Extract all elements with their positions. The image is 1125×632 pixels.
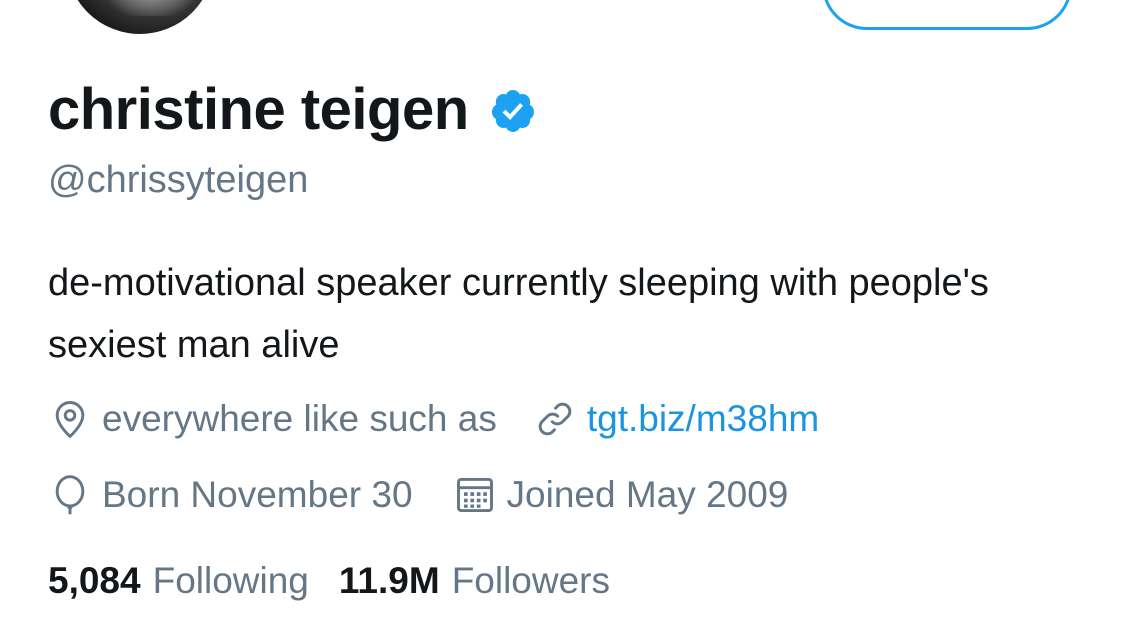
calendar-icon [456, 477, 493, 513]
profile-handle: @chrissyteigen [48, 159, 309, 201]
following-stat[interactable]: 5,084 Following [48, 560, 309, 602]
location-item: everywhere like such as [48, 397, 497, 441]
verified-badge-icon [491, 90, 534, 132]
joined-text: Joined May 2009 [506, 474, 789, 515]
website-link[interactable]: tgt.biz/m38hm [587, 398, 819, 440]
display-name: christine teigen [48, 77, 469, 142]
followers-count: 11.9M [338, 560, 440, 601]
profile-meta-row-2: Born November 30 Joined May 2009 [48, 473, 788, 517]
location-text: everywhere like such as [102, 398, 497, 439]
follow-stats: 5,084 Following 11.9M Followers [48, 560, 610, 602]
followers-label: Followers [451, 560, 611, 601]
avatar[interactable] [60, 0, 220, 40]
following-label: Following [152, 560, 309, 601]
birthday-item: Born November 30 [48, 473, 413, 517]
follow-button[interactable] [822, 0, 1072, 30]
link-icon [538, 402, 572, 436]
balloon-icon [55, 475, 85, 515]
birthday-text: Born November 30 [102, 474, 413, 515]
location-pin-icon [55, 401, 85, 439]
following-count: 5,084 [48, 560, 141, 601]
website-item[interactable]: tgt.biz/m38hm [533, 397, 819, 441]
profile-meta-row: everywhere like such as tgt.biz/m38hm [48, 397, 819, 441]
joined-item: Joined May 2009 [453, 473, 789, 517]
followers-stat[interactable]: 11.9M Followers [339, 560, 610, 602]
profile-bio: de-motivational speaker currently sleepi… [48, 262, 989, 366]
profile-name-row: christine teigen [48, 70, 537, 150]
